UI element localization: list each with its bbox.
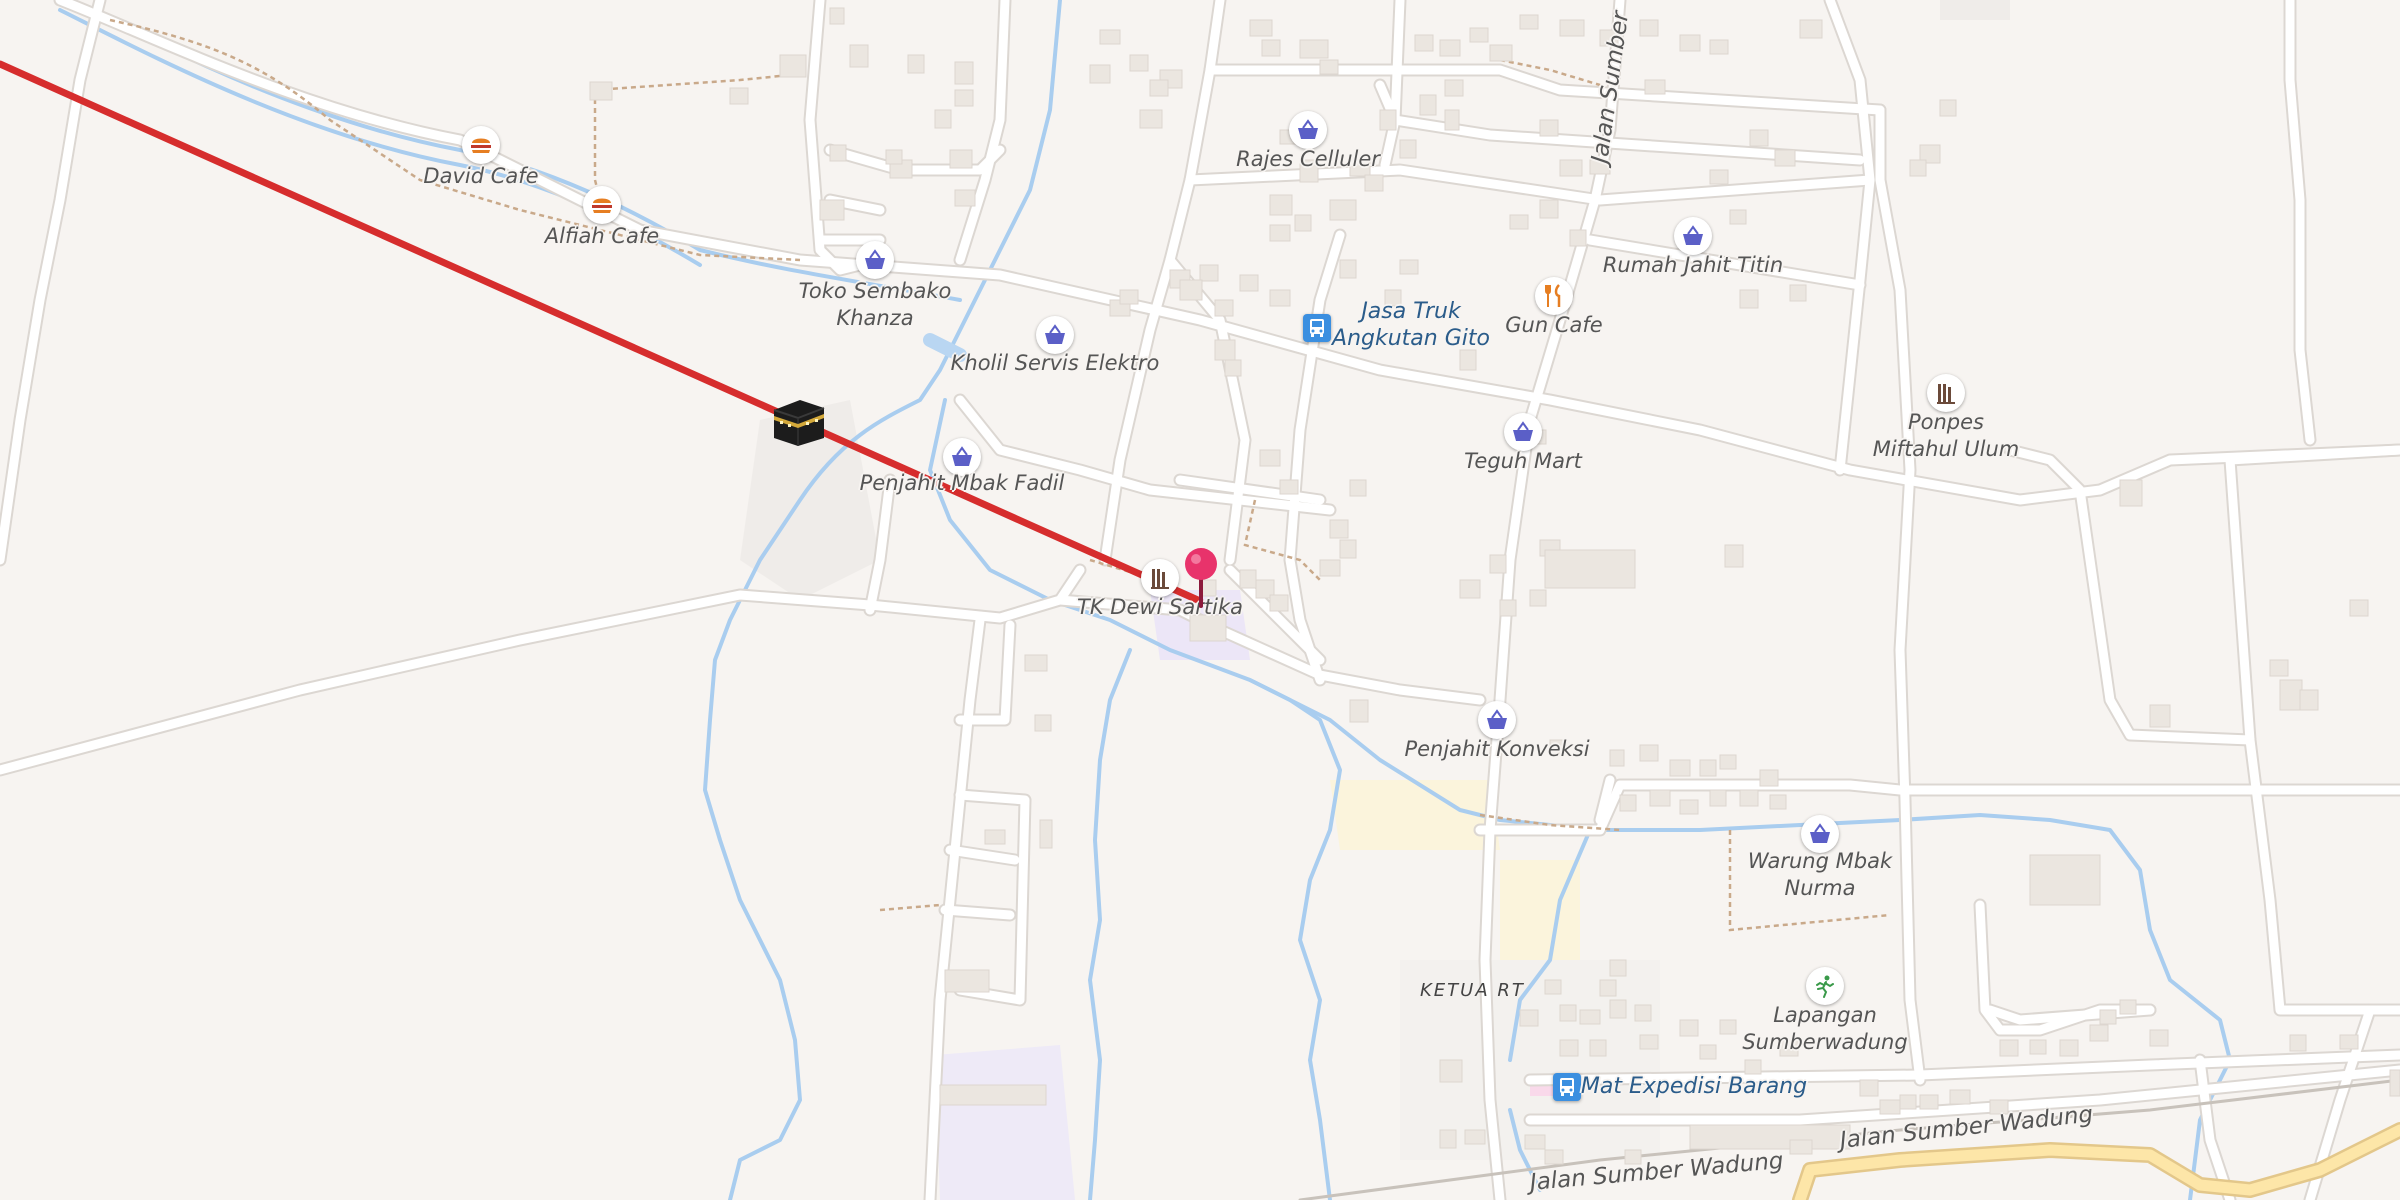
poi-label: David Cafe [423, 164, 539, 188]
poi-label: Lapangan Sumberwadung [1742, 1003, 1908, 1054]
poi-label: Warung Mbak Nurma [1747, 849, 1893, 900]
poi-label: Ponpes Miftahul Ulum [1872, 410, 2020, 461]
poi-label: Kholil Servis Elektro [950, 351, 1160, 375]
poi-label: Penjahit Mbak Fadil [859, 471, 1065, 495]
qibla-direction-line [0, 60, 1204, 605]
poi-label: Toko Sembako Khanza [798, 279, 952, 330]
poi-label: Alfiah Cafe [544, 224, 660, 248]
map-canvas[interactable]: Jalan Sumber Jalan Sumber Wadung Jalan S… [0, 0, 2400, 1200]
location-pin-icon[interactable] [1181, 546, 1221, 608]
shopping-basket-icon[interactable] [856, 241, 894, 279]
shopping-basket-icon[interactable] [1504, 413, 1542, 451]
poi-label: Teguh Mart [1464, 449, 1582, 473]
burger-icon[interactable] [462, 126, 500, 164]
school-icon[interactable] [1141, 559, 1179, 597]
kaaba-icon[interactable] [770, 396, 826, 448]
poi-label: Penjahit Konveksi [1404, 737, 1590, 761]
poi-label: Mat Expedisi Barang [1580, 1074, 1808, 1099]
running-person-icon[interactable] [1806, 967, 1844, 1005]
poi-label: Rajes Celluler [1236, 147, 1380, 171]
shopping-basket-icon[interactable] [1289, 111, 1327, 149]
poi-label: Jasa Truk Angkutan Gito [1332, 299, 1490, 351]
area-label-ketua-rt: KETUA RT [1420, 980, 1525, 1001]
shopping-basket-icon[interactable] [1674, 217, 1712, 255]
bus-icon[interactable] [1303, 314, 1331, 342]
burger-icon[interactable] [583, 186, 621, 224]
fork-knife-icon[interactable] [1535, 277, 1573, 315]
bus-icon[interactable] [1553, 1073, 1581, 1101]
poi-label: Gun Cafe [1505, 313, 1603, 337]
school-icon[interactable] [1927, 374, 1965, 412]
shopping-basket-icon[interactable] [1478, 701, 1516, 739]
poi-label: Rumah Jahit Titin [1602, 253, 1784, 277]
shopping-basket-icon[interactable] [1036, 316, 1074, 354]
